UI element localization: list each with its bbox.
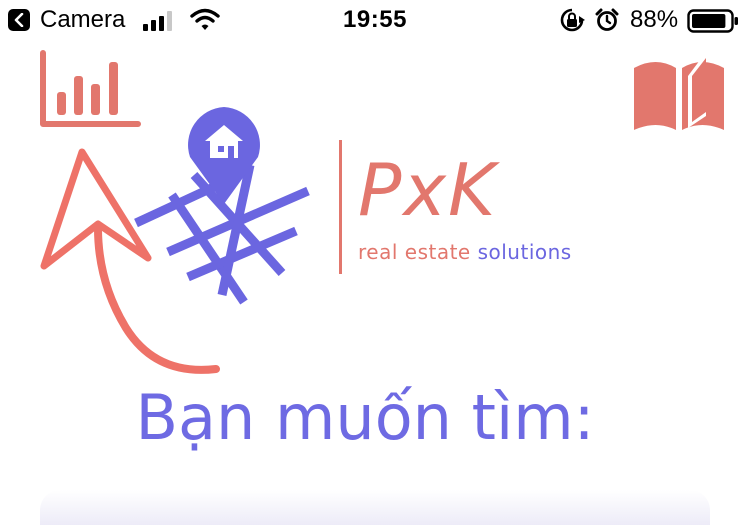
logo-tagline-part2: solutions bbox=[477, 240, 572, 264]
map-pin-home-icon bbox=[134, 107, 310, 305]
logo-wordmark: PxK bbox=[358, 148, 498, 232]
status-bar: Camera 19:55 88% bbox=[0, 0, 750, 40]
guide-book-button[interactable] bbox=[630, 46, 728, 134]
search-prompt-heading: Bạn muốn tìm: bbox=[135, 381, 595, 454]
logo-divider bbox=[339, 140, 342, 274]
app-screen: Camera 19:55 88% PxK real estate solutio… bbox=[0, 0, 750, 525]
search-options-panel-edge bbox=[40, 490, 710, 525]
alarm-icon bbox=[595, 8, 619, 31]
logo-tagline: real estate solutions bbox=[358, 240, 572, 264]
rotation-lock-icon bbox=[560, 8, 585, 32]
statistics-button[interactable] bbox=[38, 50, 142, 130]
logo-tagline-part1: real estate bbox=[358, 240, 471, 264]
book-icon bbox=[634, 52, 724, 130]
battery-icon bbox=[687, 9, 738, 33]
bar-chart-icon bbox=[40, 50, 141, 127]
battery-percent: 88% bbox=[630, 6, 679, 33]
